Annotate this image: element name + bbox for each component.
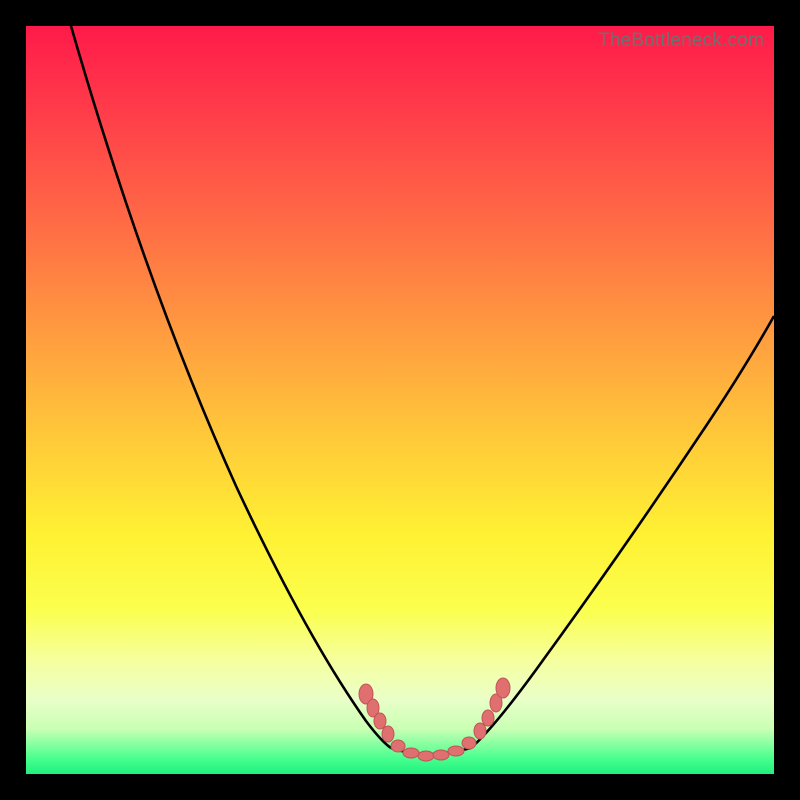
valley-marker: [391, 740, 405, 752]
right-curve-path: [471, 316, 774, 748]
left-curve-path: [71, 26, 391, 748]
valley-marker: [496, 678, 510, 698]
watermark-label: TheBottleneck.com: [598, 30, 764, 52]
valley-marker: [433, 750, 449, 760]
valley-marker: [403, 748, 419, 758]
curve-layer: [26, 26, 774, 774]
valley-marker: [374, 713, 386, 729]
valley-marker: [418, 751, 434, 761]
valley-marker: [382, 726, 394, 742]
plot-area: TheBottleneck.com: [26, 26, 774, 774]
valley-marker: [482, 710, 494, 726]
valley-marker: [474, 723, 486, 739]
valley-marker: [462, 737, 476, 749]
outer-frame: TheBottleneck.com: [0, 0, 800, 800]
valley-marker: [448, 746, 464, 756]
